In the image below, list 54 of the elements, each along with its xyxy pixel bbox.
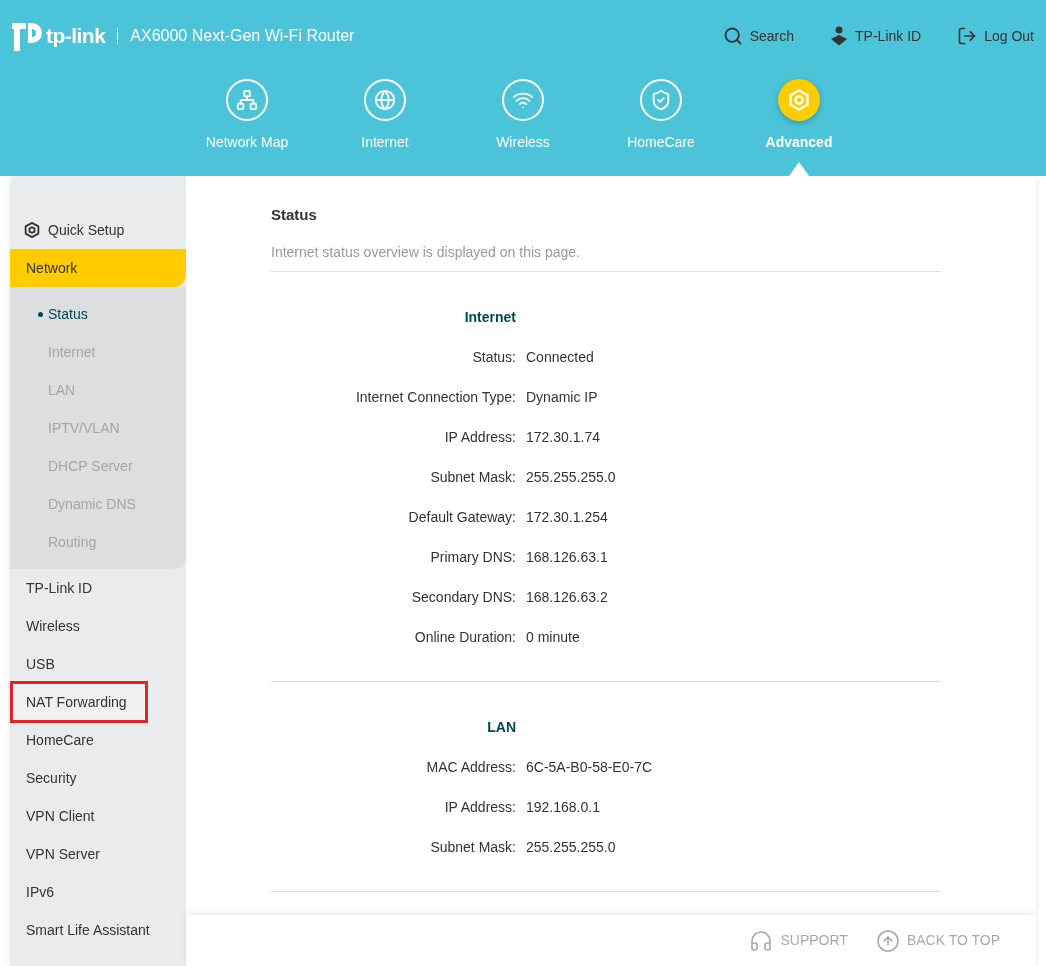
submenu-item[interactable]: Status bbox=[10, 295, 186, 333]
sidebar-item[interactable]: Wireless bbox=[10, 607, 101, 645]
sidebar-item[interactable]: Security bbox=[10, 759, 98, 797]
header-link[interactable]: TP-Link ID bbox=[830, 25, 922, 47]
field-label: Subnet Mask: bbox=[429, 467, 516, 487]
field-label: Subnet Mask: bbox=[429, 837, 516, 857]
field-value: Dynamic IP bbox=[526, 387, 598, 407]
quick-setup-link[interactable]: Quick Setup bbox=[10, 211, 186, 249]
header-link[interactable]: Log Out bbox=[957, 25, 1034, 47]
sidebar-item[interactable]: IPv6 bbox=[10, 873, 75, 911]
gear-icon bbox=[787, 88, 811, 112]
shield-icon bbox=[650, 89, 672, 111]
brand-name: tp-link bbox=[46, 23, 106, 50]
logout-icon bbox=[957, 26, 978, 46]
field-value: 255.255.255.0 bbox=[526, 467, 616, 487]
sidebar-item[interactable]: Network bbox=[10, 249, 186, 287]
gear-icon bbox=[23, 221, 41, 239]
section-heading: Internet bbox=[463, 307, 516, 327]
field-value: 255.255.255.0 bbox=[526, 837, 616, 857]
field-value: 172.30.1.74 bbox=[526, 427, 600, 447]
sidebar-item[interactable]: Smart Life Assistant bbox=[10, 911, 171, 949]
router-model: AX6000 Next-Gen Wi-Fi Router bbox=[130, 26, 355, 46]
headset-icon bbox=[749, 928, 774, 953]
search-icon bbox=[722, 26, 743, 46]
sidebar-item[interactable]: VPN Client bbox=[10, 797, 116, 835]
field-value: 0 minute bbox=[526, 627, 580, 647]
sidebar-item[interactable]: TP-Link ID bbox=[10, 569, 114, 607]
field-value: 192.168.0.1 bbox=[526, 797, 600, 817]
sidebar-item[interactable]: NAT Forwarding bbox=[10, 681, 148, 723]
field-value: 6C-5A-B0-58-E0-7C bbox=[526, 757, 653, 777]
network-icon bbox=[236, 89, 258, 111]
field-value: 172.30.1.254 bbox=[526, 507, 608, 527]
field-value: 168.126.63.1 bbox=[526, 547, 608, 567]
sidebar-item[interactable]: USB bbox=[10, 645, 76, 683]
field-value: 168.126.63.2 bbox=[526, 587, 608, 607]
field-label: Status: bbox=[471, 347, 516, 367]
field-value: Connected bbox=[526, 347, 594, 367]
field-label: Secondary DNS: bbox=[410, 587, 516, 607]
field-label: Primary DNS: bbox=[429, 547, 516, 567]
header-link[interactable]: Search bbox=[722, 25, 795, 47]
field-label: Internet Connection Type: bbox=[354, 387, 516, 407]
field-label: IP Address: bbox=[443, 427, 516, 447]
sidebar-item[interactable]: HomeCare bbox=[10, 721, 115, 759]
field-label: Default Gateway: bbox=[407, 507, 516, 527]
field-label: IP Address: bbox=[443, 797, 516, 817]
globe-icon bbox=[374, 89, 396, 111]
arrow-up-icon bbox=[875, 928, 900, 953]
field-label: MAC Address: bbox=[425, 757, 516, 777]
sidebar-item[interactable]: VPN Server bbox=[10, 835, 121, 873]
page-description: Internet status overview is displayed on this page. bbox=[271, 243, 581, 262]
section-heading: LAN bbox=[486, 717, 516, 737]
page-title: Status bbox=[271, 206, 318, 224]
field-label: Online Duration: bbox=[413, 627, 516, 647]
user-icon bbox=[830, 26, 849, 46]
